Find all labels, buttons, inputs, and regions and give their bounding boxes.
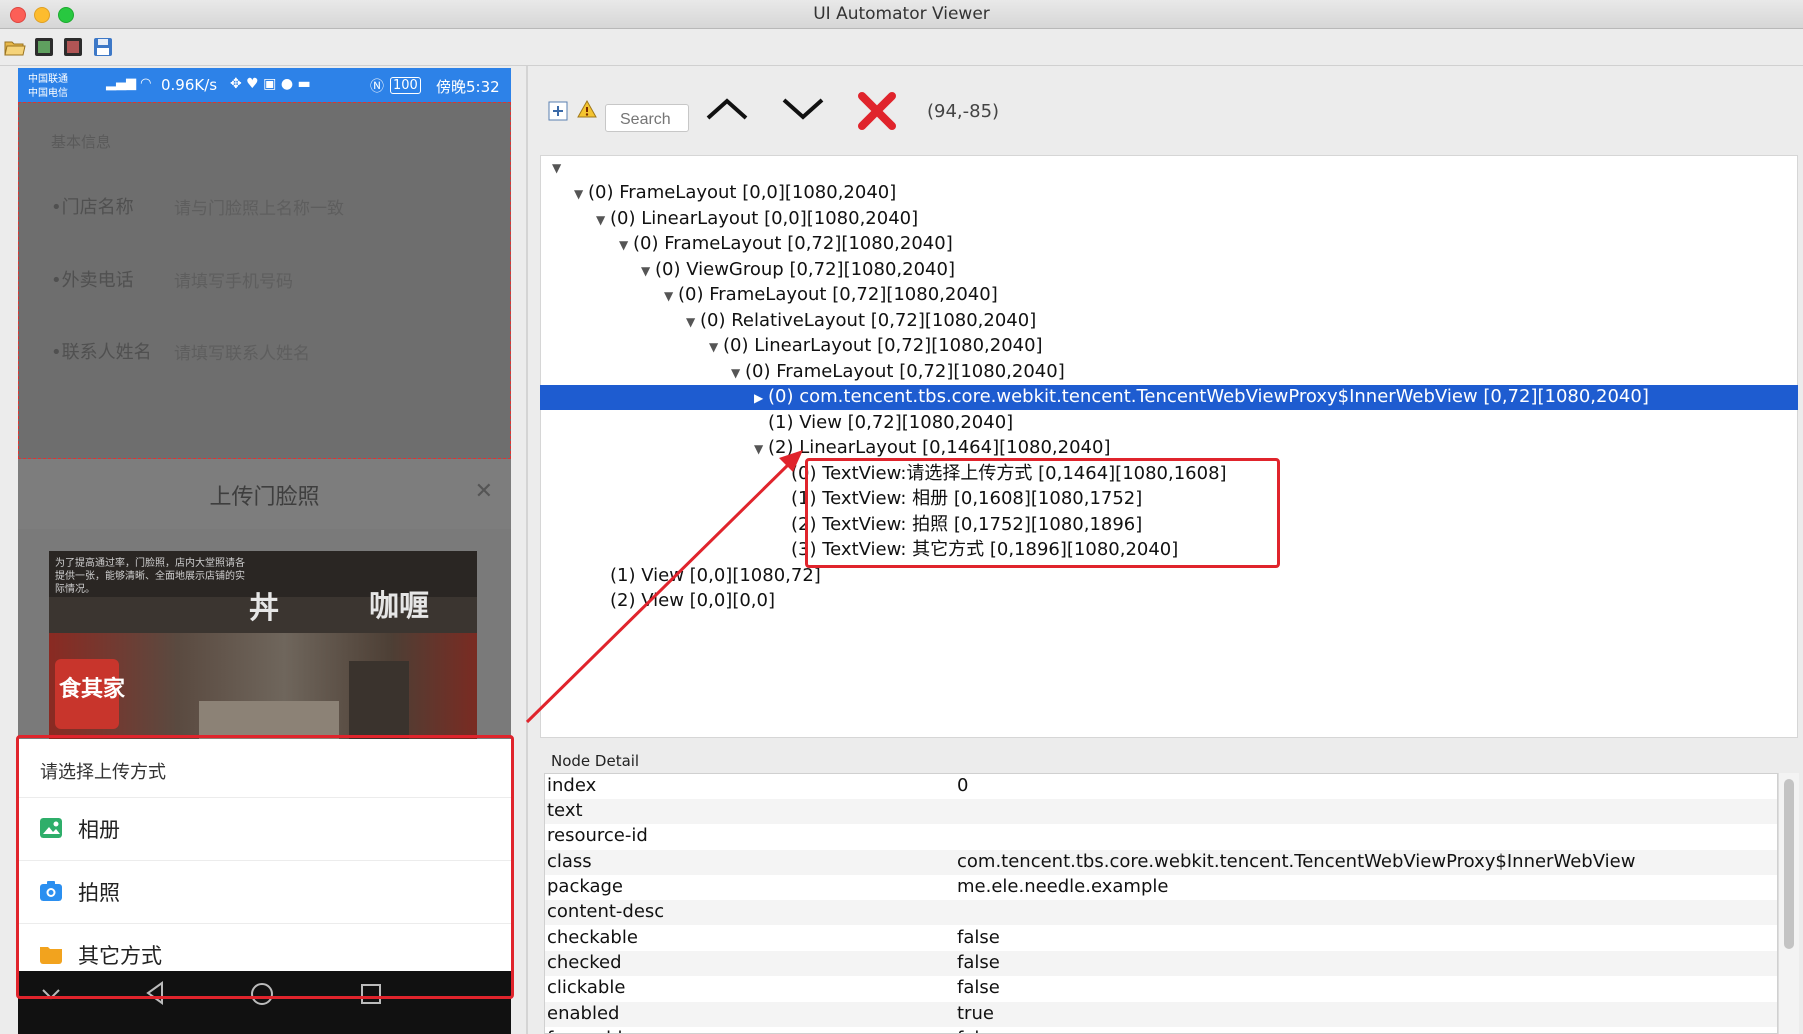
upload-title: 上传门脸照 (209, 485, 320, 510)
tree-node[interactable]: ▼ (0) LinearLayout [0,0][1080,2040] (596, 207, 918, 232)
tree-root-toggle[interactable]: ▼ (552, 155, 566, 180)
contact-name-label: •联系人姓名 (51, 342, 152, 363)
expand-toggle-icon[interactable]: ▼ (596, 208, 610, 232)
tree-node[interactable]: (1) View [0,72][1080,2040] (754, 411, 1013, 435)
node-detail-title: Node Detail (551, 752, 640, 770)
notification-icons: ✥ ♥ ▣ ● ▬ (230, 76, 311, 92)
window-title: UI Automator Viewer (813, 4, 990, 24)
tree-node[interactable]: ▼ (0) FrameLayout [0,72][1080,2040] (731, 360, 1065, 385)
main-toolbar (0, 29, 1803, 66)
detail-row: package me.ele.needle.example (547, 876, 1169, 897)
open-folder-icon[interactable] (4, 36, 26, 58)
expand-toggle-icon[interactable]: ▼ (619, 233, 633, 257)
next-match-icon[interactable] (780, 96, 826, 122)
detail-row: clickable false (547, 977, 1000, 998)
expand-toggle-icon[interactable]: ▼ (641, 259, 655, 283)
expand-toggle-icon[interactable]: ▼ (664, 284, 678, 308)
detail-row: content-desc (545, 900, 1777, 925)
carrier-bottom: 中国电信 (28, 88, 68, 99)
tree-node[interactable]: ▼ (0) RelativeLayout [0,72][1080,2040] (686, 309, 1036, 334)
tree-node[interactable]: ▼ (0) FrameLayout [0,72][1080,2040] (619, 232, 953, 257)
delivery-phone-input[interactable]: 请填写手机号码 (174, 267, 293, 292)
tree-node[interactable]: ▼ (0) ViewGroup [0,72][1080,2040] (641, 258, 955, 283)
photo-hint-text: 为了提高通过率，门脸照，店内大堂照请各提供一张，能够清晰、全面地展示店铺的实际情… (55, 558, 245, 595)
search-input[interactable] (605, 104, 689, 132)
expand-all-icon[interactable] (548, 101, 568, 121)
tree-node[interactable]: ▼ (0) LinearLayout [0,72][1080,2040] (709, 334, 1043, 359)
tree-node[interactable]: ▼ (0) FrameLayout [0,0][1080,2040] (574, 181, 896, 206)
clock: 傍晚5:32 (436, 78, 500, 96)
shop-logo: 食其家 (59, 677, 126, 702)
detail-row: index 0 (547, 775, 969, 796)
basic-info-form: 基本信息 •门店名称 请与门脸照上名称一致 •外卖电话 请填写手机号码 •联系人… (18, 102, 511, 459)
panel-divider[interactable] (526, 66, 528, 1034)
detail-scrollbar[interactable] (1778, 773, 1799, 1034)
warning-icon[interactable] (577, 99, 597, 119)
detail-row: resource-id (547, 825, 648, 846)
cursor-coordinates: (94,-85) (927, 101, 1000, 122)
save-icon[interactable] (92, 36, 114, 58)
device-screenshot-compressed-icon[interactable] (62, 36, 84, 58)
expand-toggle-icon[interactable]: ▼ (731, 361, 745, 385)
store-name-label: •门店名称 (51, 197, 134, 218)
expand-toggle-icon[interactable]: ▼ (754, 437, 768, 461)
tree-node[interactable]: (2) View [0,0][0,0] (596, 589, 775, 613)
android-statusbar: 中国联通 中国电信 ▂▄▆ ◠ 0.96K/s ✥ ♥ ▣ ● ▬ Ⓝ 100 … (18, 68, 511, 102)
expand-toggle-icon[interactable]: ▶ (754, 386, 768, 410)
detail-row: focusablefalse (545, 1027, 1777, 1033)
shop-sign-right: 咖喱 (369, 589, 429, 624)
detail-row: checkable false (547, 927, 1000, 948)
upload-dialog-header: 上传门脸照 ✕ (18, 459, 511, 529)
annotation-box-device (16, 735, 514, 999)
carrier-top: 中国联通 (28, 74, 68, 85)
nfc-icon: Ⓝ (370, 79, 384, 95)
tree-node-selected[interactable]: ▶ (0) com.tencent.tbs.core.webkit.tencent… (754, 385, 1649, 410)
window-titlebar: UI Automator Viewer (0, 0, 1803, 29)
expand-toggle-icon[interactable]: ▼ (574, 182, 588, 206)
tree-node[interactable]: ▼ (0) FrameLayout [0,72][1080,2040] (664, 283, 998, 308)
tree-toolbar: (94,-85) (530, 66, 1803, 150)
scroll-thumb[interactable] (1784, 779, 1794, 949)
detail-row: enabled true (545, 1002, 1777, 1027)
tree-node[interactable]: (1) View [0,0][1080,72] (596, 564, 821, 588)
device-screenshot-icon[interactable] (33, 36, 55, 58)
annotation-box-tree (805, 458, 1280, 568)
shop-sign-left: 丼 (249, 591, 279, 626)
expand-toggle-icon[interactable]: ▼ (686, 310, 700, 334)
close-icon[interactable]: ✕ (475, 479, 493, 504)
detail-row: checked false (545, 951, 1777, 976)
detail-row: class com.tencent.tbs.core.webkit.tencent… (545, 850, 1777, 875)
signal-icon: ▂▄▆ ◠ (106, 76, 152, 91)
expand-toggle-icon[interactable]: ▼ (709, 335, 723, 359)
previous-match-icon[interactable] (704, 96, 750, 122)
clear-search-icon[interactable] (856, 90, 898, 132)
node-detail-table: index 0 text resource-id class com.tencent… (544, 773, 1778, 1034)
network-speed: 0.96K/s (161, 76, 218, 94)
section-title: 基本信息 (51, 133, 112, 151)
delivery-phone-label: •外卖电话 (51, 270, 134, 291)
contact-name-input[interactable]: 请填写联系人姓名 (174, 339, 310, 364)
detail-row: text (545, 799, 1777, 824)
store-name-input[interactable]: 请与门脸照上名称一致 (174, 194, 344, 219)
battery-icon: 100 (390, 77, 421, 94)
